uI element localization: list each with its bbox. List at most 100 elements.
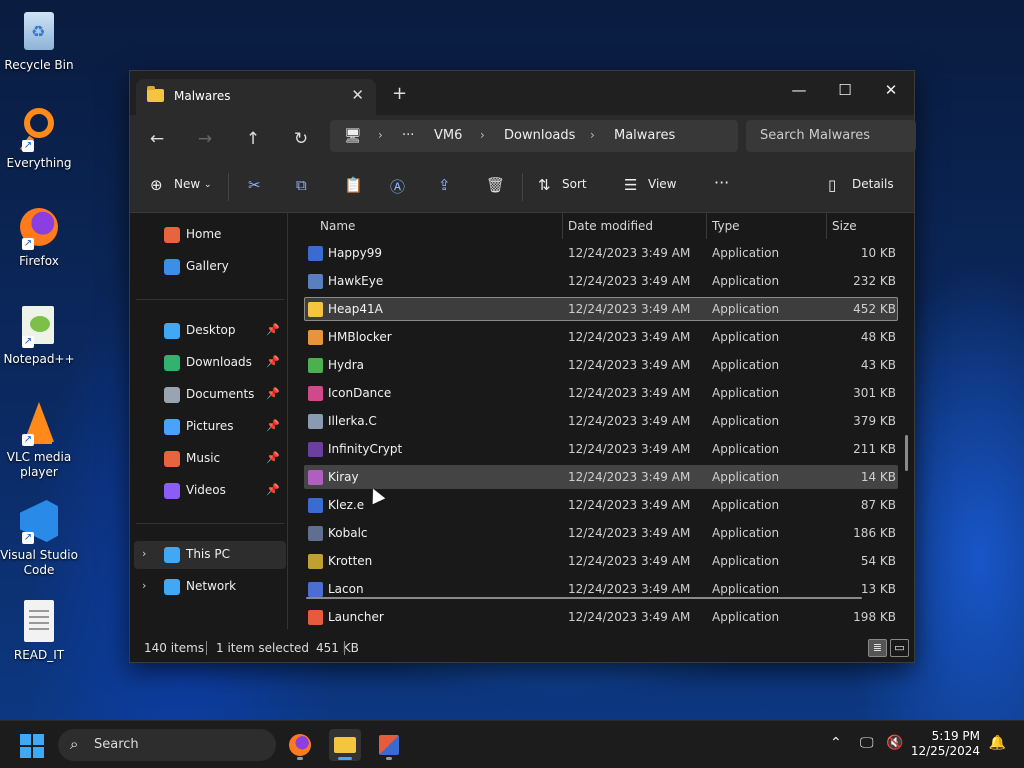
desktop-icon[interactable]: ↗ Notepad++ <box>0 302 78 367</box>
large-icons-view-button[interactable]: ▭ <box>890 639 909 657</box>
breadcrumb-downloads[interactable]: Downloads <box>504 128 575 143</box>
rename-icon[interactable]: Ⓐ <box>390 176 405 197</box>
taskbar-firefox[interactable] <box>284 729 316 761</box>
up-button[interactable]: ↑ <box>238 125 268 153</box>
sidebar-item-pictures[interactable]: Pictures 📌 <box>134 413 286 441</box>
file-row[interactable]: Happy99 12/24/2023 3:49 AM Application 10 K… <box>304 241 898 265</box>
breadcrumb-malwares[interactable]: Malwares <box>614 128 675 143</box>
copy-icon[interactable]: ⧉ <box>296 176 307 194</box>
details-pane-icon[interactable]: ▯ <box>828 176 836 194</box>
breadcrumb-overflow[interactable]: ··· <box>402 128 414 143</box>
file-row[interactable]: Kiray 12/24/2023 3:49 AM Application 14 KB <box>304 465 898 489</box>
application-icon <box>308 470 323 485</box>
chevron-up-icon[interactable]: ⌃ <box>830 735 842 751</box>
notification-bell-icon[interactable]: 🔔 <box>989 735 1006 751</box>
column-size[interactable]: Size <box>832 219 857 233</box>
close-window-button[interactable]: ✕ <box>868 75 914 105</box>
details-button[interactable]: Details <box>852 177 894 191</box>
file-row[interactable]: HawkEye 12/24/2023 3:49 AM Application 232 … <box>304 269 898 293</box>
taskbar-file-explorer[interactable] <box>329 729 361 761</box>
delete-icon[interactable]: 🗑 <box>486 176 505 194</box>
file-row[interactable]: Kobalc 12/24/2023 3:49 AM Application 186 K… <box>304 521 898 545</box>
file-row[interactable]: Heap41A 12/24/2023 3:49 AM Application 452 … <box>304 297 898 321</box>
close-tab-icon[interactable]: ✕ <box>351 86 364 104</box>
file-row[interactable]: IconDance 12/24/2023 3:49 AM Application 30… <box>304 381 898 405</box>
refresh-button[interactable]: ↻ <box>286 125 316 153</box>
file-name: IconDance <box>328 386 392 400</box>
minimize-button[interactable]: — <box>776 75 822 105</box>
new-tab-button[interactable]: + <box>392 85 407 103</box>
desktop-icon[interactable]: ↗ VLC media player <box>0 400 78 480</box>
file-row[interactable]: Launcher 12/24/2023 3:49 AM Application 198… <box>304 605 898 629</box>
address-bar[interactable]: 🖥 › ··· VM6 › Downloads › Malwares <box>330 120 738 152</box>
file-row[interactable]: Krotten 12/24/2023 3:49 AM Application 54 K… <box>304 549 898 573</box>
share-icon[interactable]: ⇪ <box>438 176 451 194</box>
search-input[interactable]: Search Malwares <box>746 120 916 152</box>
file-name: Launcher <box>328 610 384 624</box>
sidebar-item-gallery[interactable]: Gallery <box>134 253 286 281</box>
start-button[interactable] <box>20 734 44 758</box>
details-view-button[interactable]: ≣ <box>868 639 887 657</box>
sidebar-divider <box>136 523 284 524</box>
sidebar-item-label: Network <box>186 579 237 593</box>
sort-button[interactable]: Sort <box>562 177 587 191</box>
column-date-modified[interactable]: Date modified <box>568 219 653 233</box>
column-name[interactable]: Name <box>320 219 355 233</box>
status-divider <box>344 641 345 655</box>
desktop-icon[interactable]: ↗ Everything <box>0 106 78 171</box>
volume-muted-icon[interactable]: 🔇 <box>886 735 903 751</box>
sidebar-item-downloads[interactable]: Downloads 📌 <box>134 349 286 377</box>
new-button[interactable]: New <box>174 177 200 191</box>
column-divider[interactable] <box>826 213 827 239</box>
desktop-icon[interactable]: ↗ Visual Studio Code <box>0 498 78 578</box>
chevron-right-icon[interactable]: › <box>142 579 146 592</box>
column-divider[interactable] <box>706 213 707 239</box>
sidebar-item-videos[interactable]: Videos 📌 <box>134 477 286 505</box>
cut-icon[interactable]: ✂ <box>248 176 261 194</box>
computer-icon[interactable]: 🖥 <box>344 128 362 144</box>
forward-button[interactable]: → <box>190 125 220 153</box>
breadcrumb-vm6[interactable]: VM6 <box>434 128 462 143</box>
maximize-button[interactable]: ☐ <box>822 75 868 105</box>
sort-icon[interactable]: ⇅ <box>538 176 551 194</box>
file-type: Application <box>712 582 780 596</box>
file-name: Kiray <box>328 470 359 484</box>
view-button[interactable]: View <box>648 177 676 191</box>
desktop-icon[interactable]: READ_IT <box>0 598 78 663</box>
back-button[interactable]: ← <box>142 125 172 153</box>
application-icon <box>308 610 323 625</box>
file-row[interactable]: HMBlocker 12/24/2023 3:49 AM Application 48… <box>304 325 898 349</box>
time: 5:19 PM <box>931 729 980 743</box>
desktop-icon[interactable]: ♻ Recycle Bin <box>0 8 78 73</box>
sidebar-item-home[interactable]: Home <box>134 221 286 249</box>
file-date-modified: 12/24/2023 3:49 AM <box>568 554 691 568</box>
taskbar-app[interactable] <box>373 729 405 761</box>
taskbar-search[interactable]: ⌕ Search <box>58 729 276 761</box>
view-icon[interactable]: ☰ <box>624 176 637 194</box>
sidebar-item-desktop[interactable]: Desktop 📌 <box>134 317 286 345</box>
more-options-button[interactable]: ··· <box>714 173 729 192</box>
column-divider[interactable] <box>562 213 563 239</box>
search-placeholder: Search Malwares <box>760 128 871 143</box>
tab-malwares[interactable]: Malwares ✕ <box>136 79 376 115</box>
clock[interactable]: 5:19 PM 12/25/2024 <box>911 729 980 759</box>
column-type[interactable]: Type <box>712 219 740 233</box>
sidebar-item-this-pc[interactable]: › This PC <box>134 541 286 569</box>
file-row[interactable]: InfinityCrypt 12/24/2023 3:49 AM Applicati… <box>304 437 898 461</box>
desktop-icon[interactable]: ↗ Firefox <box>0 204 78 269</box>
network-icon[interactable]: 🖵 <box>860 735 874 751</box>
vertical-scrollbar[interactable] <box>905 435 908 471</box>
sidebar-item-network[interactable]: › Network <box>134 573 286 601</box>
plus-circle-icon[interactable]: ⊕ <box>150 176 163 194</box>
file-row[interactable]: Klez.e 12/24/2023 3:49 AM Application 87 KB <box>304 493 898 517</box>
application-icon <box>308 498 323 513</box>
file-explorer-window: Malwares ✕ + — ☐ ✕ ← → ↑ ↻ 🖥 › ··· VM6 ›… <box>129 70 916 663</box>
chevron-right-icon[interactable]: › <box>142 547 146 560</box>
file-row[interactable]: Illerka.C 12/24/2023 3:49 AM Application 37… <box>304 409 898 433</box>
gallery-icon <box>164 259 180 275</box>
sidebar-item-documents[interactable]: Documents 📌 <box>134 381 286 409</box>
file-row[interactable]: Hydra 12/24/2023 3:49 AM Application 43 KB <box>304 353 898 377</box>
file-row[interactable]: Lacon 12/24/2023 3:49 AM Application 13 KB <box>304 577 898 601</box>
sidebar-item-music[interactable]: Music 📌 <box>134 445 286 473</box>
paste-icon[interactable]: 📋 <box>344 176 363 194</box>
